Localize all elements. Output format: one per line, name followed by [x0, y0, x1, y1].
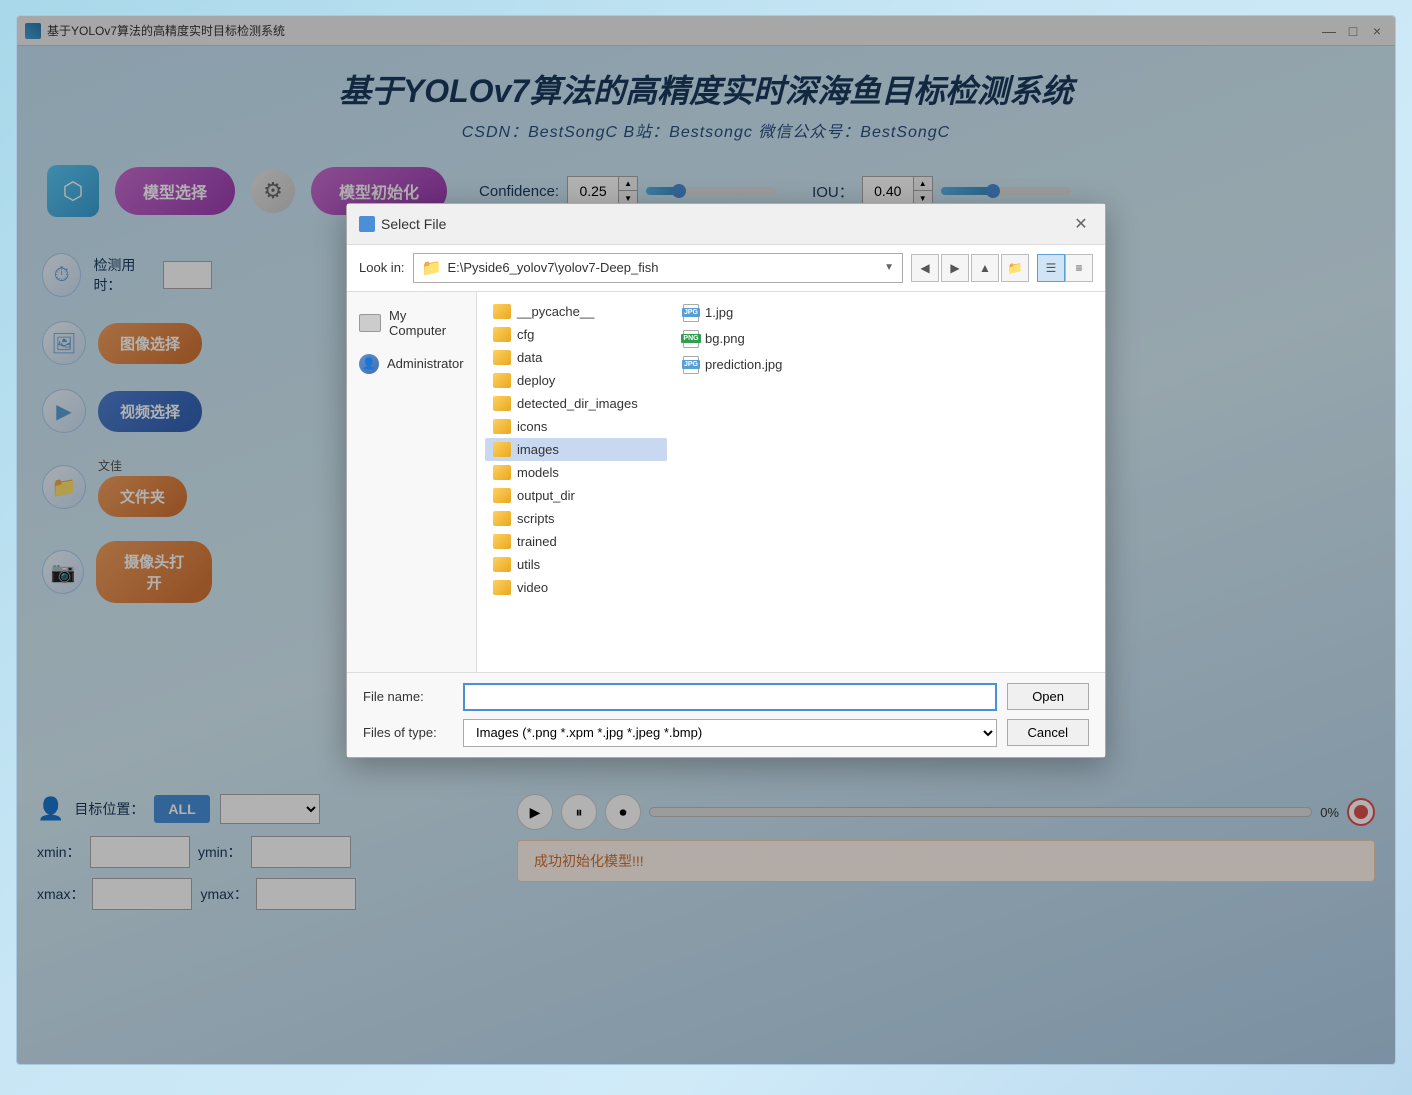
folder-item-deploy[interactable]: deploy: [485, 369, 667, 392]
folder-name-deploy: deploy: [517, 373, 555, 388]
dialog-file-list: __pycache__ cfg data deploy: [477, 292, 1105, 672]
sidebar-item-mycomputer[interactable]: My Computer: [347, 300, 476, 346]
filename-input[interactable]: [463, 683, 997, 711]
dialog-overlay: Select File ✕ Look in: 📁 E:\Pyside6_yolo…: [17, 16, 1395, 1064]
file-icon-1jpg: JPG: [683, 304, 699, 322]
dialog-sidebar: My Computer 👤 Administrator: [347, 292, 477, 672]
folder-column: __pycache__ cfg data deploy: [485, 300, 675, 664]
folder-icon-models: [493, 465, 511, 480]
mycomputer-label: My Computer: [389, 308, 464, 338]
folder-item-trained[interactable]: trained: [485, 530, 667, 553]
folder-item-images[interactable]: images: [485, 438, 667, 461]
folder-name-models: models: [517, 465, 559, 480]
file-name-predictionjpg: prediction.jpg: [705, 357, 782, 372]
administrator-label: Administrator: [387, 356, 464, 371]
view-buttons: ☰ ≡: [1037, 254, 1093, 282]
files-column: JPG 1.jpg PNG bg.png JPG prediction.jpg: [675, 300, 1097, 664]
folder-icon-deploy: [493, 373, 511, 388]
folder-name-cfg: cfg: [517, 327, 534, 342]
folder-item-scripts[interactable]: scripts: [485, 507, 667, 530]
filename-row: File name: Open: [363, 683, 1089, 711]
nav-forward-button[interactable]: ▶: [941, 254, 969, 282]
folder-name-video: video: [517, 580, 548, 595]
nav-new-folder-button[interactable]: 📁: [1001, 254, 1029, 282]
dialog-title: Select File: [359, 216, 446, 232]
lookin-arrow: ▼: [884, 262, 894, 273]
nav-up-button[interactable]: ▲: [971, 254, 999, 282]
folder-name-output: output_dir: [517, 488, 575, 503]
filetype-label: Files of type:: [363, 725, 453, 740]
folder-item-icons[interactable]: icons: [485, 415, 667, 438]
folder-name-scripts: scripts: [517, 511, 555, 526]
computer-icon: [359, 314, 381, 332]
folder-icon-pycache: [493, 304, 511, 319]
file-item-predictionjpg[interactable]: JPG prediction.jpg: [675, 352, 1097, 378]
filetype-row: Files of type: Images (*.png *.xpm *.jpg…: [363, 719, 1089, 747]
lookin-folder-icon: 📁: [422, 258, 442, 278]
folder-icon-data: [493, 350, 511, 365]
lookin-label: Look in:: [359, 260, 405, 275]
filetype-select[interactable]: Images (*.png *.xpm *.jpg *.jpeg *.bmp): [463, 719, 997, 747]
folder-icon-images: [493, 442, 511, 457]
file-item-1jpg[interactable]: JPG 1.jpg: [675, 300, 1097, 326]
sidebar-item-administrator[interactable]: 👤 Administrator: [347, 346, 476, 382]
dialog-title-text: Select File: [381, 216, 446, 232]
folder-item-detected[interactable]: detected_dir_images: [485, 392, 667, 415]
file-item-bgpng[interactable]: PNG bg.png: [675, 326, 1097, 352]
folder-item-cfg[interactable]: cfg: [485, 323, 667, 346]
folder-name-utils: utils: [517, 557, 540, 572]
folder-name-pycache: __pycache__: [517, 304, 594, 319]
dialog-title-bar: Select File ✕: [347, 204, 1105, 245]
folder-icon-icons: [493, 419, 511, 434]
folder-icon-video: [493, 580, 511, 595]
nav-buttons: ◀ ▶ ▲ 📁: [911, 254, 1029, 282]
dialog-title-icon: [359, 216, 375, 232]
folder-icon-utils: [493, 557, 511, 572]
folder-icon-output: [493, 488, 511, 503]
dialog-body: My Computer 👤 Administrator __pycache__: [347, 292, 1105, 672]
folder-item-pycache[interactable]: __pycache__: [485, 300, 667, 323]
folder-icon-detected: [493, 396, 511, 411]
file-name-1jpg: 1.jpg: [705, 305, 733, 320]
nav-back-button[interactable]: ◀: [911, 254, 939, 282]
folder-name-trained: trained: [517, 534, 557, 549]
dialog-close-button[interactable]: ✕: [1069, 212, 1093, 236]
folder-name-images: images: [517, 442, 559, 457]
cancel-button[interactable]: Cancel: [1007, 719, 1089, 746]
folder-item-output[interactable]: output_dir: [485, 484, 667, 507]
folder-name-icons: icons: [517, 419, 547, 434]
folder-item-utils[interactable]: utils: [485, 553, 667, 576]
folder-name-data: data: [517, 350, 542, 365]
main-window: 基于YOLOv7算法的高精度实时目标检测系统 — □ × 基于YOLOv7算法的…: [16, 15, 1396, 1065]
folder-icon-scripts: [493, 511, 511, 526]
folder-item-data[interactable]: data: [485, 346, 667, 369]
file-icon-predictionjpg: JPG: [683, 356, 699, 374]
dialog-footer: File name: Open Files of type: Images (*…: [347, 672, 1105, 757]
open-button[interactable]: Open: [1007, 683, 1089, 710]
filename-label: File name:: [363, 689, 453, 704]
admin-icon: 👤: [359, 354, 379, 374]
folder-item-models[interactable]: models: [485, 461, 667, 484]
view-detail-button[interactable]: ≡: [1065, 254, 1093, 282]
folder-icon-trained: [493, 534, 511, 549]
lookin-combo[interactable]: 📁 E:\Pyside6_yolov7\yolov7-Deep_fish ▼: [413, 253, 903, 283]
file-dialog: Select File ✕ Look in: 📁 E:\Pyside6_yolo…: [346, 203, 1106, 758]
folder-name-detected: detected_dir_images: [517, 396, 638, 411]
dialog-toolbar: Look in: 📁 E:\Pyside6_yolov7\yolov7-Deep…: [347, 245, 1105, 292]
file-name-bgpng: bg.png: [705, 331, 745, 346]
view-list-button[interactable]: ☰: [1037, 254, 1065, 282]
file-icon-bgpng: PNG: [683, 330, 699, 348]
folder-item-video[interactable]: video: [485, 576, 667, 599]
folder-icon-cfg: [493, 327, 511, 342]
lookin-path: E:\Pyside6_yolov7\yolov7-Deep_fish: [447, 260, 878, 275]
